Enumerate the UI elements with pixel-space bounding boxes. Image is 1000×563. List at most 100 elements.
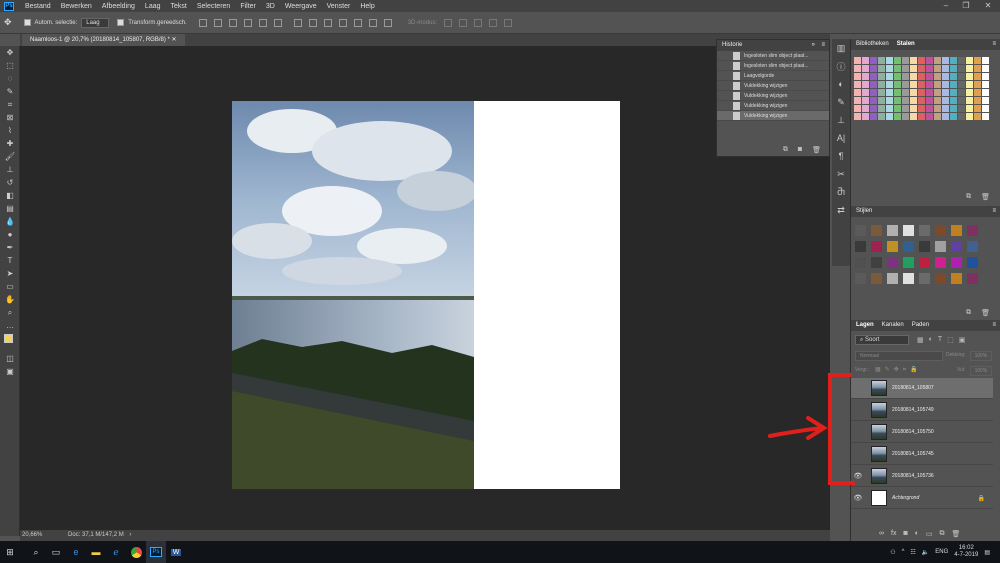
color-swatch[interactable] — [934, 105, 941, 112]
layer-row-selected[interactable]: 20180814_105807 — [851, 378, 993, 399]
color-swatch[interactable] — [926, 81, 933, 88]
style-swatch[interactable] — [951, 241, 962, 252]
color-swatch[interactable] — [942, 89, 949, 96]
color-swatch[interactable] — [958, 97, 965, 104]
color-swatch[interactable] — [918, 97, 925, 104]
align-right-icon[interactable] — [273, 18, 282, 27]
color-swatch[interactable] — [902, 97, 909, 104]
3d-rotate-icon[interactable] — [444, 18, 453, 27]
color-swatches[interactable] — [0, 332, 20, 352]
color-swatch[interactable] — [878, 105, 885, 112]
color-swatch[interactable] — [886, 73, 893, 80]
color-swatch[interactable] — [974, 105, 981, 112]
color-swatch[interactable] — [886, 81, 893, 88]
color-swatch[interactable] — [934, 57, 941, 64]
color-swatch[interactable] — [870, 81, 877, 88]
layer-filter-select[interactable]: ⌕ Soort — [855, 335, 909, 345]
chrome-icon[interactable] — [126, 541, 146, 563]
color-swatch[interactable] — [958, 65, 965, 72]
mask-icon[interactable]: ◙ — [903, 530, 907, 538]
style-swatch[interactable] — [951, 273, 962, 284]
menu-laag[interactable]: Laag — [140, 3, 166, 10]
color-swatch[interactable] — [878, 73, 885, 80]
color-swatch[interactable] — [854, 97, 861, 104]
style-swatch[interactable] — [855, 273, 866, 284]
glyphs-icon[interactable]: Ⴋ — [832, 183, 850, 201]
style-swatch[interactable] — [887, 225, 898, 236]
color-swatch[interactable] — [966, 105, 973, 112]
color-swatch[interactable] — [942, 105, 949, 112]
color-swatch[interactable] — [894, 89, 901, 96]
color-swatch[interactable] — [854, 89, 861, 96]
path-select-tool-icon[interactable]: ➤ — [0, 267, 20, 280]
color-swatch[interactable] — [934, 97, 941, 104]
quick-mask-icon[interactable]: ◫ — [0, 352, 20, 365]
style-swatch[interactable] — [871, 257, 882, 268]
paragraph-icon[interactable]: ¶ — [832, 147, 850, 165]
color-swatch[interactable] — [870, 97, 877, 104]
style-swatch[interactable] — [967, 257, 978, 268]
crop-tool-icon[interactable]: ⌗ — [0, 98, 20, 111]
style-swatch[interactable] — [887, 241, 898, 252]
history-brush-tool-icon[interactable]: ↺ — [0, 176, 20, 189]
shape-tool-icon[interactable]: ▭ — [0, 280, 20, 293]
color-swatch[interactable] — [918, 105, 925, 112]
3d-scale-icon[interactable] — [504, 18, 513, 27]
menu-help[interactable]: Help — [355, 3, 379, 10]
color-swatch[interactable] — [878, 113, 885, 120]
edge-icon[interactable]: e — [66, 541, 86, 563]
color-swatch[interactable] — [862, 81, 869, 88]
color-swatch[interactable] — [934, 113, 941, 120]
filter-smart-object-icon[interactable]: ▣ — [959, 336, 966, 344]
color-swatch[interactable] — [934, 65, 941, 72]
color-swatch[interactable] — [894, 105, 901, 112]
color-swatch[interactable] — [958, 81, 965, 88]
color-swatch[interactable] — [926, 73, 933, 80]
link-icon[interactable]: ∞ — [879, 530, 884, 538]
color-swatch[interactable] — [910, 105, 917, 112]
color-swatch[interactable] — [982, 105, 989, 112]
color-swatch[interactable] — [918, 89, 925, 96]
layer-row[interactable]: 20180814_105749 — [851, 400, 993, 421]
color-swatch[interactable] — [870, 105, 877, 112]
align-vcenter-icon[interactable] — [213, 18, 222, 27]
style-swatch[interactable] — [903, 273, 914, 284]
align-left-icon[interactable] — [243, 18, 252, 27]
eyedropper-tool-icon[interactable]: ⌇ — [0, 124, 20, 137]
close-icon[interactable]: ✕ — [978, 0, 998, 12]
swatches-grid[interactable] — [851, 50, 993, 121]
color-swatch[interactable] — [886, 97, 893, 104]
color-swatch[interactable] — [878, 81, 885, 88]
group-folder-icon[interactable]: ▭ — [926, 530, 933, 538]
color-swatch[interactable] — [870, 113, 877, 120]
style-swatch[interactable] — [919, 273, 930, 284]
color-swatch[interactable] — [862, 89, 869, 96]
color-swatch[interactable] — [982, 65, 989, 72]
color-swatch[interactable] — [870, 73, 877, 80]
word-icon[interactable]: W — [166, 541, 186, 563]
color-swatch[interactable] — [902, 81, 909, 88]
color-swatch[interactable] — [942, 57, 949, 64]
network-icon[interactable]: ☷ — [910, 549, 915, 556]
photoshop-taskbar-icon[interactable]: Ps — [146, 541, 166, 563]
color-swatch[interactable] — [950, 89, 957, 96]
color-swatch[interactable] — [862, 97, 869, 104]
style-swatch[interactable] — [951, 225, 962, 236]
menu-bestand[interactable]: Bestand — [20, 3, 56, 10]
menu-weergave[interactable]: Weergave — [280, 3, 322, 10]
color-swatch[interactable] — [974, 57, 981, 64]
filter-type-icon[interactable]: T — [938, 336, 942, 344]
menu-3d[interactable]: 3D — [261, 3, 280, 10]
color-swatch[interactable] — [854, 57, 861, 64]
history-item[interactable]: Vuldekking wijzigen — [717, 81, 829, 91]
trash-icon[interactable]: 🗑 — [952, 530, 961, 538]
color-swatch[interactable] — [974, 89, 981, 96]
color-swatch[interactable] — [886, 65, 893, 72]
style-swatch[interactable] — [919, 225, 930, 236]
more-tools-icon[interactable]: … — [0, 319, 20, 332]
healing-tool-icon[interactable]: ✚ — [0, 137, 20, 150]
distribute-left-icon[interactable] — [338, 18, 347, 27]
color-swatch[interactable] — [910, 65, 917, 72]
zoom-tool-icon[interactable]: ⌕ — [0, 306, 20, 319]
distribute-vcenter-icon[interactable] — [308, 18, 317, 27]
